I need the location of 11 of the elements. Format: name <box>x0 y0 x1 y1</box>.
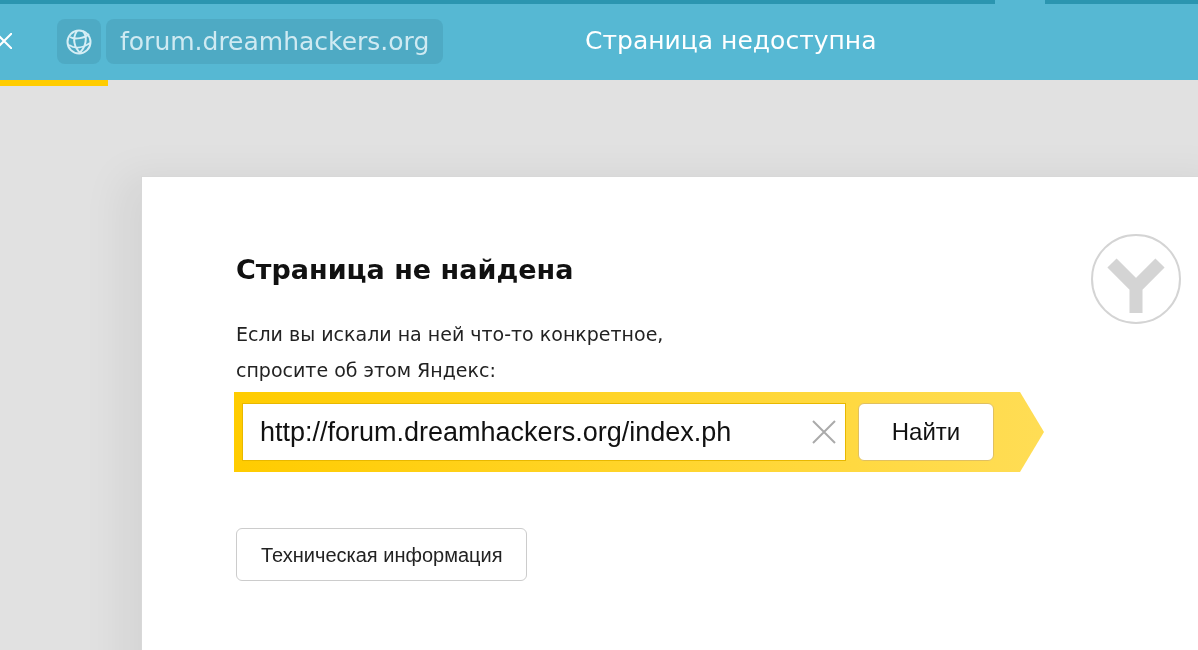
clear-icon[interactable] <box>811 419 837 445</box>
search-field[interactable]: http://forum.dreamhackers.org/index.ph <box>242 403 846 461</box>
page-title: Страница недоступна <box>585 25 877 57</box>
close-icon[interactable] <box>0 33 12 49</box>
message-text: спросите об этом Яндекс: <box>236 358 497 383</box>
technical-info-button[interactable]: Техническая информация <box>236 528 528 581</box>
globe-icon <box>65 27 93 56</box>
error-heading: Страница не найдена <box>236 253 575 287</box>
find-button[interactable]: Найти <box>858 403 994 461</box>
site-button[interactable] <box>57 19 101 64</box>
message-text: Если вы искали на ней что-то конкретное, <box>236 322 665 347</box>
